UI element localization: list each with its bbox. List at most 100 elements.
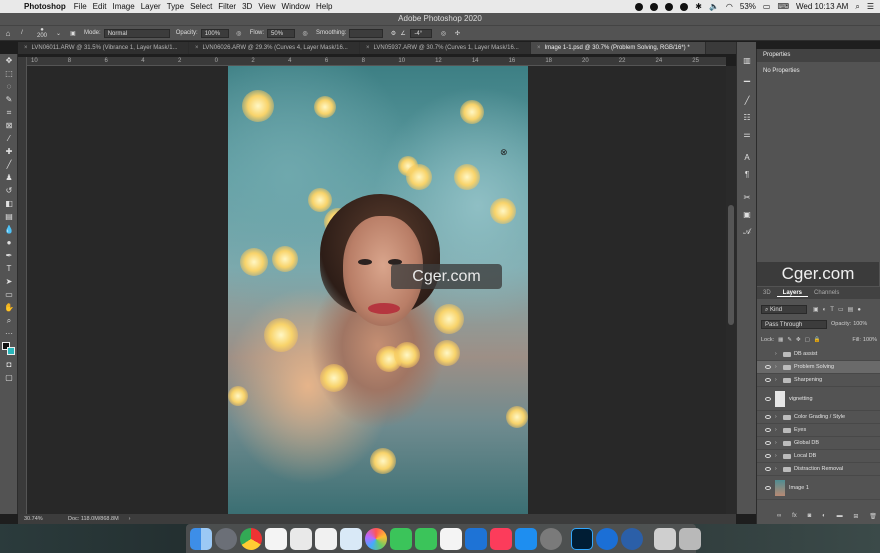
creative-cloud-icon[interactable] — [635, 2, 644, 11]
chrome-icon[interactable] — [240, 527, 262, 550]
history-panel-icon[interactable]: ▥ — [737, 52, 757, 69]
more-tools-icon[interactable]: ··· — [0, 327, 18, 340]
bluetooth-icon[interactable]: ✱ — [695, 2, 702, 11]
filter-adjust-icon[interactable]: ◐ — [823, 307, 827, 313]
paragraph-panel-icon[interactable]: ¶ — [737, 166, 757, 183]
quick-select-tool-icon[interactable]: ✎ — [0, 93, 18, 106]
tab-channels[interactable]: Channels — [808, 290, 845, 296]
tab-3d[interactable]: 3D — [757, 290, 777, 296]
eye-icon[interactable] — [765, 485, 771, 490]
messages-icon[interactable] — [415, 527, 437, 550]
wifi-icon[interactable]: ◠ — [726, 2, 733, 11]
brush-tool-icon[interactable]: / — [16, 30, 28, 36]
symmetry-icon[interactable]: ✣ — [450, 30, 464, 37]
eye-icon[interactable] — [765, 365, 771, 369]
history-brush-tool-icon[interactable]: ↺ — [0, 184, 18, 197]
pen-tool-icon[interactable]: ✒ — [0, 249, 18, 262]
eye-icon[interactable] — [765, 378, 771, 382]
blend-mode-select[interactable]: Pass Through — [761, 319, 827, 329]
books-icon[interactable] — [440, 527, 462, 550]
brush-panel-icon[interactable]: ╱ — [737, 92, 757, 109]
menu-window[interactable]: Window — [282, 2, 310, 11]
keyboard-icon[interactable]: ⌨ — [777, 2, 789, 11]
teamviewer-icon[interactable] — [596, 527, 618, 550]
cloud-icon[interactable] — [665, 2, 674, 11]
horizontal-ruler[interactable]: 10 8 6 4 2 0 2 4 6 8 10 12 14 16 18 20 22 24 25 — [27, 57, 726, 66]
scrollbar-thumb[interactable] — [728, 205, 734, 325]
adjustments-panel-icon[interactable]: ☷ — [737, 109, 757, 126]
blur-tool-icon[interactable]: 💧 — [0, 223, 18, 236]
navigator-panel-icon[interactable]: ▣ — [737, 206, 757, 223]
menu-file[interactable]: File — [74, 2, 87, 11]
chevron-right-icon[interactable]: › — [775, 414, 783, 420]
type-tool-icon[interactable]: T — [0, 262, 18, 275]
photoshop-icon[interactable] — [571, 527, 593, 550]
lock-pixels-icon[interactable]: ▦ — [778, 337, 783, 343]
chevron-right-icon[interactable]: › — [775, 427, 783, 433]
close-icon[interactable]: × — [366, 45, 370, 51]
brush-settings-icon[interactable]: ▣ — [66, 30, 80, 37]
chevron-right-icon[interactable]: › — [775, 453, 783, 459]
color-swatches[interactable] — [0, 340, 18, 358]
kind-select[interactable]: ⌕ Kind — [761, 305, 807, 314]
chevron-right-icon[interactable]: › — [775, 351, 783, 357]
music-icon[interactable] — [490, 527, 512, 550]
calendar-icon[interactable] — [265, 527, 287, 550]
sync-icon[interactable] — [680, 2, 689, 11]
zoom-tool-icon[interactable]: ⌕ — [0, 314, 18, 327]
menu-app[interactable]: Photoshop — [24, 2, 66, 11]
layer-row-problem-solving[interactable]: › Problem Solving — [757, 361, 880, 374]
eye-icon[interactable] — [765, 441, 771, 445]
finder-icon[interactable] — [190, 527, 212, 550]
photos-icon[interactable] — [365, 527, 387, 550]
eraser-tool-icon[interactable]: ◧ — [0, 197, 18, 210]
contacts-icon[interactable] — [290, 527, 312, 550]
close-icon[interactable]: × — [537, 45, 541, 51]
crop-tool-icon[interactable]: ⌗ — [0, 106, 18, 119]
chevron-right-icon[interactable]: › — [119, 516, 131, 522]
healing-brush-tool-icon[interactable]: ✚ — [0, 145, 18, 158]
filter-shape-icon[interactable]: ▭ — [838, 306, 844, 313]
doc-tab-3[interactable]: × LVN05937.ARW @ 30.7% (Curves 1, Layer M… — [360, 42, 531, 54]
glyphs-panel-icon[interactable]: 𝒜 — [737, 223, 757, 240]
trash-dock-icon[interactable] — [679, 527, 701, 550]
layer-row-color-grading[interactable]: › Color Grading / Style — [757, 411, 880, 424]
brush-preset-picker[interactable]: ● 200 — [28, 27, 56, 39]
zoom-readout[interactable]: 30.74% — [18, 516, 54, 522]
eye-icon[interactable] — [765, 454, 771, 458]
properties-title[interactable]: Properties — [757, 49, 880, 62]
layer-style-icon[interactable]: fx — [792, 513, 797, 523]
app-store-icon[interactable] — [515, 527, 537, 550]
add-mask-icon[interactable]: ◙ — [808, 513, 812, 523]
airbrush-icon[interactable]: ◎ — [298, 30, 312, 37]
tools-panel-icon[interactable]: ✂ — [737, 189, 757, 206]
reminders-icon[interactable] — [315, 527, 337, 550]
doc-tab-2[interactable]: × LVN06026.ARW @ 29.3% (Curves 4, Layer M… — [189, 42, 360, 54]
menu-filter[interactable]: Filter — [218, 2, 236, 11]
eyedropper-tool-icon[interactable]: ⁄ — [0, 132, 18, 145]
pressure-opacity-icon[interactable]: ◎ — [232, 30, 246, 37]
chevron-right-icon[interactable]: › — [775, 364, 783, 370]
battery-percent[interactable]: 53% — [740, 2, 756, 11]
quicktime-icon[interactable] — [621, 527, 643, 550]
menubar-clock[interactable]: Wed 10:13 AM — [796, 2, 848, 11]
chevron-down-icon[interactable]: ⌄ — [56, 30, 66, 37]
layer-opacity-value[interactable]: 100% — [853, 321, 867, 327]
eye-icon[interactable] — [765, 415, 771, 419]
flow-input[interactable]: 50% — [267, 28, 296, 38]
trash-icon[interactable]: 🗑 — [869, 513, 877, 523]
layer-row-sharpening[interactable]: › Sharpening — [757, 374, 880, 387]
layer-row-local-db[interactable]: › Local DB — [757, 450, 880, 463]
system-preferences-icon[interactable] — [540, 527, 562, 550]
layer-row-vignetting[interactable]: vignetting — [757, 387, 880, 411]
smoothing-gear-icon[interactable]: ⚙ — [386, 30, 400, 37]
spotlight-icon[interactable]: ⌕ — [855, 2, 859, 12]
layer-row-global-db[interactable]: › Global DB — [757, 437, 880, 450]
gradient-tool-icon[interactable]: ▤ — [0, 210, 18, 223]
filter-smart-icon[interactable]: ▤ — [848, 306, 854, 313]
tab-layers[interactable]: Layers — [776, 290, 809, 297]
lock-artboard-icon[interactable]: ▢ — [805, 337, 810, 343]
menu-help[interactable]: Help — [316, 2, 332, 11]
record-icon[interactable] — [650, 2, 659, 11]
eye-icon[interactable] — [765, 428, 771, 432]
